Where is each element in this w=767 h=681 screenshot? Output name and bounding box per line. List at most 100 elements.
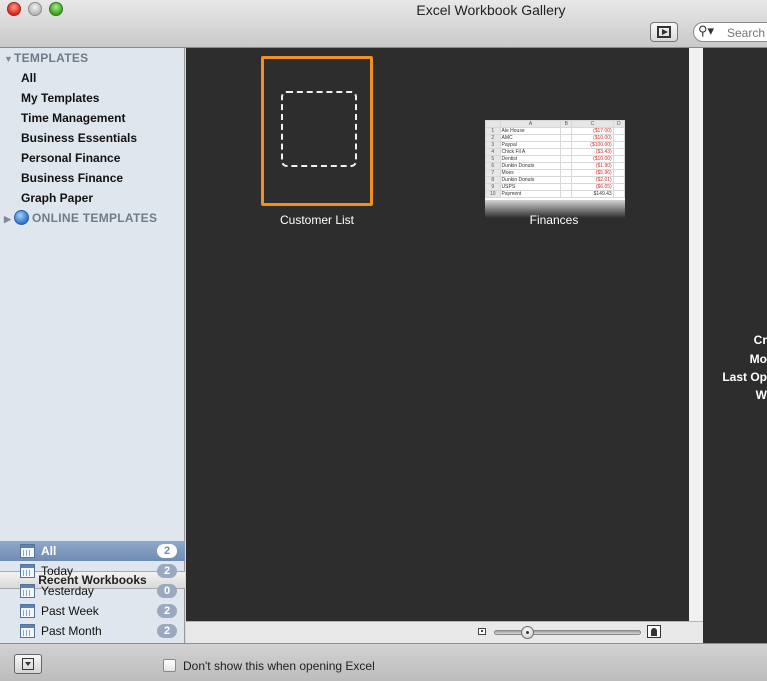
sheet-row: 5 Dentist ($10.00) xyxy=(485,155,625,163)
search-input[interactable] xyxy=(727,25,767,41)
sheet-cell xyxy=(560,162,573,170)
recent-item-label: Past Month xyxy=(41,624,102,638)
recent-item-past-month[interactable]: Past Month 2 xyxy=(0,621,185,641)
magnifier-icon[interactable]: ⚲▾ xyxy=(698,23,714,39)
gallery-scrollbar[interactable] xyxy=(689,48,703,621)
online-templates-header[interactable]: ▶ ONLINE TEMPLATES xyxy=(4,210,157,225)
sheet-cell xyxy=(612,176,625,184)
sheet-cell xyxy=(612,127,625,135)
recent-item-past-week[interactable]: Past Week 2 xyxy=(0,601,185,621)
sheet-cell: ($2.01) xyxy=(571,176,614,184)
sheet-cell: ($10.00) xyxy=(571,155,614,163)
detail-label-last-opened: Last Op xyxy=(722,370,767,384)
sheet-cell: ($1.90) xyxy=(571,162,614,170)
count-badge: 2 xyxy=(157,544,177,558)
sheet-cell xyxy=(612,148,625,156)
recent-item-today[interactable]: Today 2 xyxy=(0,561,185,581)
expand-button[interactable] xyxy=(14,654,42,674)
sheet-cell: ($10.00) xyxy=(571,134,614,142)
sheet-cell: ($6.05) xyxy=(571,183,614,191)
search-field[interactable]: ⚲▾ xyxy=(693,22,767,42)
sheet-row: 10 Payment $149.43 xyxy=(485,190,625,198)
count-badge: 2 xyxy=(157,564,177,578)
sheet-cell xyxy=(612,141,625,149)
sheet-cell: ($3.43) xyxy=(571,148,614,156)
disclosure-down-icon[interactable]: ▼ xyxy=(4,54,14,64)
recent-item-yesterday[interactable]: Yesterday 0 xyxy=(0,581,185,601)
disclosure-right-icon[interactable]: ▶ xyxy=(4,214,14,225)
sheet-cell: 8 xyxy=(485,176,501,184)
blank-template-icon xyxy=(281,91,357,167)
sheet-cell: 1 xyxy=(485,127,501,135)
sheet-cell xyxy=(612,155,625,163)
sidebar-item-business-essentials[interactable]: Business Essentials xyxy=(21,131,137,145)
sheet-cell: ($100.00) xyxy=(571,141,614,149)
recent-item-label: Past Week xyxy=(41,604,99,618)
chevron-down-icon xyxy=(25,662,31,666)
sidebar: ▼TEMPLATES All My Templates Time Managem… xyxy=(0,48,185,643)
sheet-row: 8 Dunkin Donuts ($2.01) xyxy=(485,176,625,184)
count-badge: 2 xyxy=(157,624,177,638)
sheet-cell xyxy=(560,183,573,191)
sidebar-item-all[interactable]: All xyxy=(21,71,36,85)
templates-header[interactable]: ▼TEMPLATES xyxy=(4,51,88,65)
calendar-icon xyxy=(20,584,35,598)
sheet-cell xyxy=(560,127,573,135)
sheet-column-header xyxy=(485,120,501,128)
sheet-cell: 5 xyxy=(485,155,501,163)
sheet-cell xyxy=(560,190,573,198)
recent-item-all[interactable]: All 2 xyxy=(0,541,185,561)
zoom-bar xyxy=(186,621,703,643)
sheet-cell: Dunkin Donuts xyxy=(499,162,562,170)
zoom-slider[interactable] xyxy=(494,630,641,635)
sheet-cell xyxy=(612,169,625,177)
sheet-cell xyxy=(560,169,573,177)
sheet-row: 2 AMC ($10.00) xyxy=(485,134,625,142)
sheet-cell: 7 xyxy=(485,169,501,177)
sheet-cell xyxy=(612,183,625,191)
sheet-column-header: D xyxy=(612,120,625,128)
recent-item-label: Today xyxy=(41,564,74,578)
large-thumbnail-icon[interactable] xyxy=(647,625,661,638)
sheet-column-header: A xyxy=(499,120,562,128)
dont-show-label[interactable]: Don't show this when opening Excel xyxy=(183,659,375,673)
slideshow-button[interactable] xyxy=(650,22,678,42)
count-badge: 2 xyxy=(157,604,177,618)
calendar-icon xyxy=(20,604,35,618)
sheet-cell: 3 xyxy=(485,141,501,149)
sheet-row: 7 Moes ($5.96) xyxy=(485,169,625,177)
sheet-cell: Ale House xyxy=(499,127,562,135)
zoom-slider-thumb[interactable] xyxy=(520,626,534,639)
sheet-cell xyxy=(612,190,625,198)
sheet-cell: 9 xyxy=(485,183,501,191)
sheet-cell: Dunkin Donuts xyxy=(499,176,562,184)
recent-item-label: All xyxy=(41,544,57,558)
recent-item-label: Yesterday xyxy=(41,584,94,598)
tile-label-finances[interactable]: Finances xyxy=(474,213,634,227)
sidebar-item-personal-finance[interactable]: Personal Finance xyxy=(21,151,120,165)
sheet-row: 3 Paypal ($100.00) xyxy=(485,141,625,149)
sheet-cell: Chick Fil A xyxy=(499,148,562,156)
tile-finances[interactable]: A B C D 1 Ale House ($17.00) 2 AMC ($10.00) 3 Paypa… xyxy=(485,120,625,218)
detail-label-w: W xyxy=(755,388,767,402)
calendar-icon xyxy=(20,624,35,638)
count-badge: 0 xyxy=(157,584,177,598)
sheet-column-header: B xyxy=(560,120,573,128)
tile-label-customer-list[interactable]: Customer List xyxy=(237,213,397,227)
sheet-cell: Paypal xyxy=(499,141,562,149)
sheet-cell xyxy=(560,148,573,156)
sheet-cell: 10 xyxy=(485,190,501,198)
dont-show-checkbox[interactable] xyxy=(163,659,176,672)
sidebar-item-time-management[interactable]: Time Management xyxy=(21,111,125,125)
sidebar-item-my-templates[interactable]: My Templates xyxy=(21,91,99,105)
sidebar-item-business-finance[interactable]: Business Finance xyxy=(21,171,123,185)
sheet-cell xyxy=(612,134,625,142)
sidebar-item-graph-paper[interactable]: Graph Paper xyxy=(21,191,93,205)
sheet-cell xyxy=(560,155,573,163)
detail-label-modified: Mo xyxy=(749,352,767,366)
detail-label-created: Cr xyxy=(753,333,767,347)
window-title: Excel Workbook Gallery xyxy=(416,2,566,18)
small-thumbnail-icon[interactable] xyxy=(478,628,486,635)
sheet-cell: ($5.96) xyxy=(571,169,614,177)
tile-customer-list[interactable] xyxy=(261,56,373,206)
